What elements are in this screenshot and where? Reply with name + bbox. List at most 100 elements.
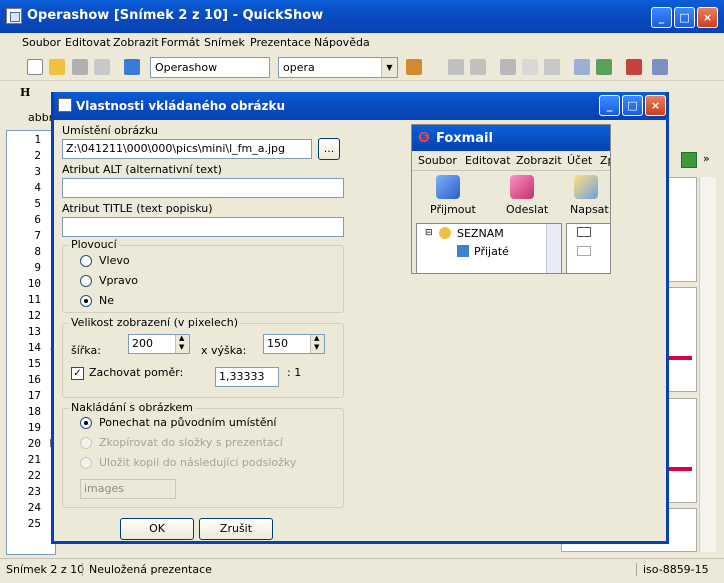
line-number: 4	[34, 181, 41, 194]
menu-zobrazit[interactable]: Zobrazit	[113, 36, 159, 49]
template-select[interactable]: opera ▼	[278, 57, 398, 78]
line-number: 18	[27, 405, 41, 418]
menu-soubor[interactable]: Soubor	[22, 36, 61, 49]
undo-icon[interactable]	[448, 59, 464, 75]
code-editor[interactable]: 12345678910111213f14a15k16f17r181920M212…	[6, 130, 57, 555]
replace-icon[interactable]	[596, 59, 612, 75]
ok-button[interactable]: OK	[120, 518, 194, 540]
subfolder-input[interactable]: images	[80, 479, 176, 499]
tree-child-label: Přijaté	[474, 245, 509, 258]
menu-format[interactable]: Formát	[161, 36, 200, 49]
ratio-suffix: : 1	[287, 366, 302, 379]
receive-label: Přijmout	[430, 203, 476, 216]
monitor-icon[interactable]	[124, 59, 140, 75]
status-bar: Snímek 2 z 10 Neuložená prezentace iso-8…	[0, 558, 724, 583]
line-number: 17	[27, 389, 41, 402]
maximize-button[interactable]: □	[674, 7, 695, 28]
height-value: 150	[267, 337, 288, 350]
copy-to-folder-label: Zkopírovat do složky s prezentací	[99, 436, 283, 449]
float-none-radio[interactable]	[80, 295, 92, 307]
size-group: Velikost zobrazení (v pixelech) šířka: 2…	[62, 316, 344, 398]
handling-group: Nakládání s obrázkem Ponechat na původní…	[62, 401, 344, 508]
line-number: 11	[27, 293, 41, 306]
envelope-icon	[577, 227, 591, 237]
keep-ratio-checkbox[interactable]: ✓	[71, 367, 84, 380]
title-attr-input[interactable]	[62, 217, 344, 237]
print-icon[interactable]	[94, 59, 110, 75]
preview-message-list	[566, 223, 610, 273]
dialog-close-button[interactable]: ×	[645, 95, 666, 116]
float-left-radio[interactable]	[80, 255, 92, 267]
spellcheck-icon[interactable]	[652, 59, 668, 75]
cut-icon[interactable]	[500, 59, 516, 75]
preview-scrollbar	[546, 224, 561, 273]
image-preview: ❻ Foxmail Soubor Editovat Zobrazit Účet …	[411, 124, 611, 274]
path-input[interactable]: Z:\041211\000\000\pics\mini\l_fm_a.jpg	[62, 139, 312, 159]
play-icon[interactable]	[681, 152, 697, 168]
presentation-name-field[interactable]: Operashow	[150, 57, 270, 78]
title-attr-label: Atribut TITLE (text popisku)	[62, 202, 213, 215]
dialog-icon	[58, 98, 72, 112]
width-spinner[interactable]	[175, 335, 189, 353]
compose-icon	[574, 175, 598, 199]
dialog-titlebar[interactable]: Vlastnosti vkládaného obrázku _ □ ×	[54, 92, 666, 120]
open-folder-icon[interactable]	[49, 59, 65, 75]
preview-titlebar: ❻ Foxmail	[412, 125, 610, 151]
cancel-button[interactable]: Zrušit	[199, 518, 273, 540]
menu-napoveda[interactable]: Nápověda	[314, 36, 370, 49]
line-number: 3	[34, 165, 41, 178]
copy-to-folder-radio[interactable]	[80, 437, 92, 449]
line-number: 20	[27, 437, 41, 450]
save-copy-radio[interactable]	[80, 457, 92, 469]
handling-group-title: Nakládání s obrázkem	[69, 401, 195, 414]
line-number: 10	[27, 277, 41, 290]
dialog-maximize-button[interactable]: □	[622, 95, 643, 116]
tools-icon[interactable]	[626, 59, 642, 75]
heading-button[interactable]: H	[20, 86, 30, 99]
alt-input[interactable]	[62, 178, 344, 198]
tree-toggle: ⊟	[425, 228, 433, 238]
height-spinner[interactable]	[310, 335, 324, 353]
keep-original-label: Ponechat na původním umístění	[99, 416, 277, 429]
minimize-button[interactable]: _	[651, 7, 672, 28]
person-icon[interactable]	[406, 59, 422, 75]
foxmail-logo-icon: ❻	[418, 130, 430, 146]
height-input[interactable]: 150	[263, 334, 325, 354]
find-icon[interactable]	[574, 59, 590, 75]
line-number: 2	[34, 149, 41, 162]
redo-icon[interactable]	[470, 59, 486, 75]
new-file-icon[interactable]	[27, 59, 43, 75]
keep-original-radio[interactable]	[80, 417, 92, 429]
preview-menu-item: Soubor	[418, 154, 457, 167]
menu-editovat[interactable]: Editovat	[65, 36, 111, 49]
line-number: 7	[34, 229, 41, 242]
status-encoding: iso-8859-15	[636, 563, 709, 576]
chevron-right-icon[interactable]: »	[703, 152, 717, 166]
keep-ratio-label: Zachovat poměr:	[89, 366, 184, 379]
browse-button[interactable]: ...	[318, 138, 340, 160]
scrollbar[interactable]	[699, 177, 716, 552]
line-number: 5	[34, 197, 41, 210]
send-icon	[510, 175, 534, 199]
line-number: 19	[27, 421, 41, 434]
menu-snimek[interactable]: Snímek	[204, 36, 245, 49]
preview-app-title: Foxmail	[436, 131, 493, 146]
line-number: 8	[34, 245, 41, 258]
float-right-radio[interactable]	[80, 275, 92, 287]
save-icon[interactable]	[72, 59, 88, 75]
paste-icon[interactable]	[544, 59, 560, 75]
chevron-down-icon[interactable]: ▼	[381, 58, 397, 77]
send-label: Odeslat	[506, 203, 549, 216]
ratio-input[interactable]: 1,33333	[215, 367, 279, 387]
abbr-button[interactable]: abbr	[28, 111, 53, 124]
menu-prezentace[interactable]: Prezentace	[250, 36, 311, 49]
close-button[interactable]: ×	[697, 7, 718, 28]
dialog-minimize-button[interactable]: _	[599, 95, 620, 116]
size-group-title: Velikost zobrazení (v pixelech)	[69, 316, 241, 329]
copy-icon[interactable]	[522, 59, 538, 75]
line-number: 6	[34, 213, 41, 226]
contacts-icon	[439, 227, 451, 239]
width-input[interactable]: 200	[128, 334, 190, 354]
float-none-label: Ne	[99, 294, 114, 307]
main-titlebar[interactable]: Operashow [Snímek 2 z 10] - QuickShow _ …	[0, 0, 724, 33]
